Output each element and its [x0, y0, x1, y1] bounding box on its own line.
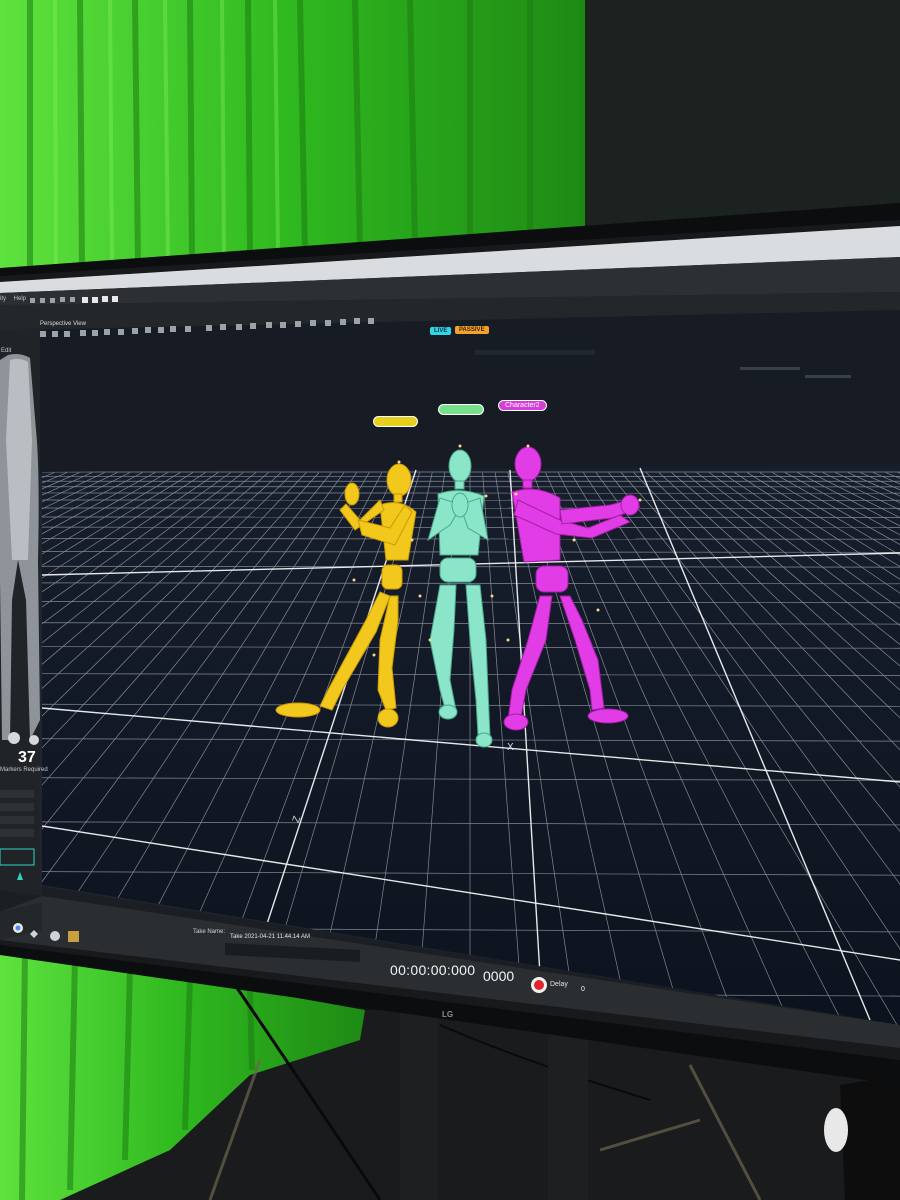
axis-x-label: X — [507, 742, 514, 753]
character-label-teal — [438, 404, 484, 415]
menu-item-help[interactable]: Help — [14, 296, 26, 302]
edit-tab[interactable]: Edit — [1, 348, 11, 354]
frame-counter: 0000 — [483, 968, 515, 984]
menu-bar: ity Help — [0, 296, 32, 302]
timecode-display: 00:00:00:000 — [390, 962, 476, 978]
character-label-magenta: Character2 — [498, 400, 547, 411]
take-name-field[interactable]: Take 2021-04-21 11.44.14 AM — [230, 934, 310, 940]
live-mode-badge[interactable]: LIVE — [430, 327, 452, 335]
passive-mode-badge[interactable]: PASSIVE — [455, 326, 489, 334]
take-name-label: Take Name: — [193, 929, 226, 935]
character-label-yellow — [373, 416, 418, 427]
viewport-title[interactable]: Perspective View — [40, 321, 86, 327]
delay-label: Delay — [550, 981, 568, 988]
menu-item-utility[interactable]: ity — [0, 296, 6, 302]
delay-input[interactable]: 0 — [575, 985, 591, 994]
marker-count: 37 — [18, 749, 36, 766]
monitor-stand-left — [400, 1010, 438, 1200]
monitor-brand-logo: LG — [442, 1010, 454, 1019]
markers-required-label: Markers Required — [0, 767, 48, 773]
monitor-stand-right — [548, 1030, 588, 1200]
photo-scene — [0, 0, 900, 1200]
